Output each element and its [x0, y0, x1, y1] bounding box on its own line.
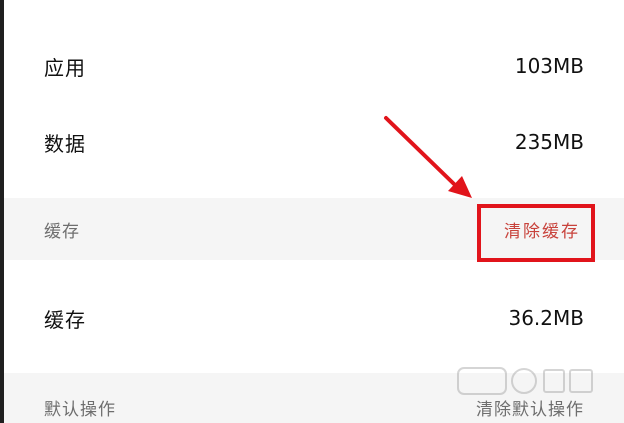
clear-defaults-button[interactable]: 清除默认操作 — [476, 395, 584, 420]
highlight-box — [477, 204, 595, 262]
storage-row-value: 103MB — [514, 54, 584, 78]
storage-row-data: 数据 235MB — [4, 120, 624, 164]
defaults-section-title: 默认操作 — [44, 399, 116, 420]
storage-row-value: 235MB — [514, 130, 584, 154]
cache-row-value: 36.2MB — [508, 306, 584, 330]
storage-row-apps: 应用 103MB — [4, 44, 624, 88]
cache-row-label: 缓存 — [44, 307, 86, 332]
cache-row: 缓存 36.2MB — [4, 296, 624, 340]
storage-row-label: 数据 — [44, 131, 86, 156]
cache-section-title: 缓存 — [44, 221, 80, 242]
storage-row-label: 应用 — [44, 55, 86, 80]
baidu-watermark-icon — [457, 367, 593, 395]
